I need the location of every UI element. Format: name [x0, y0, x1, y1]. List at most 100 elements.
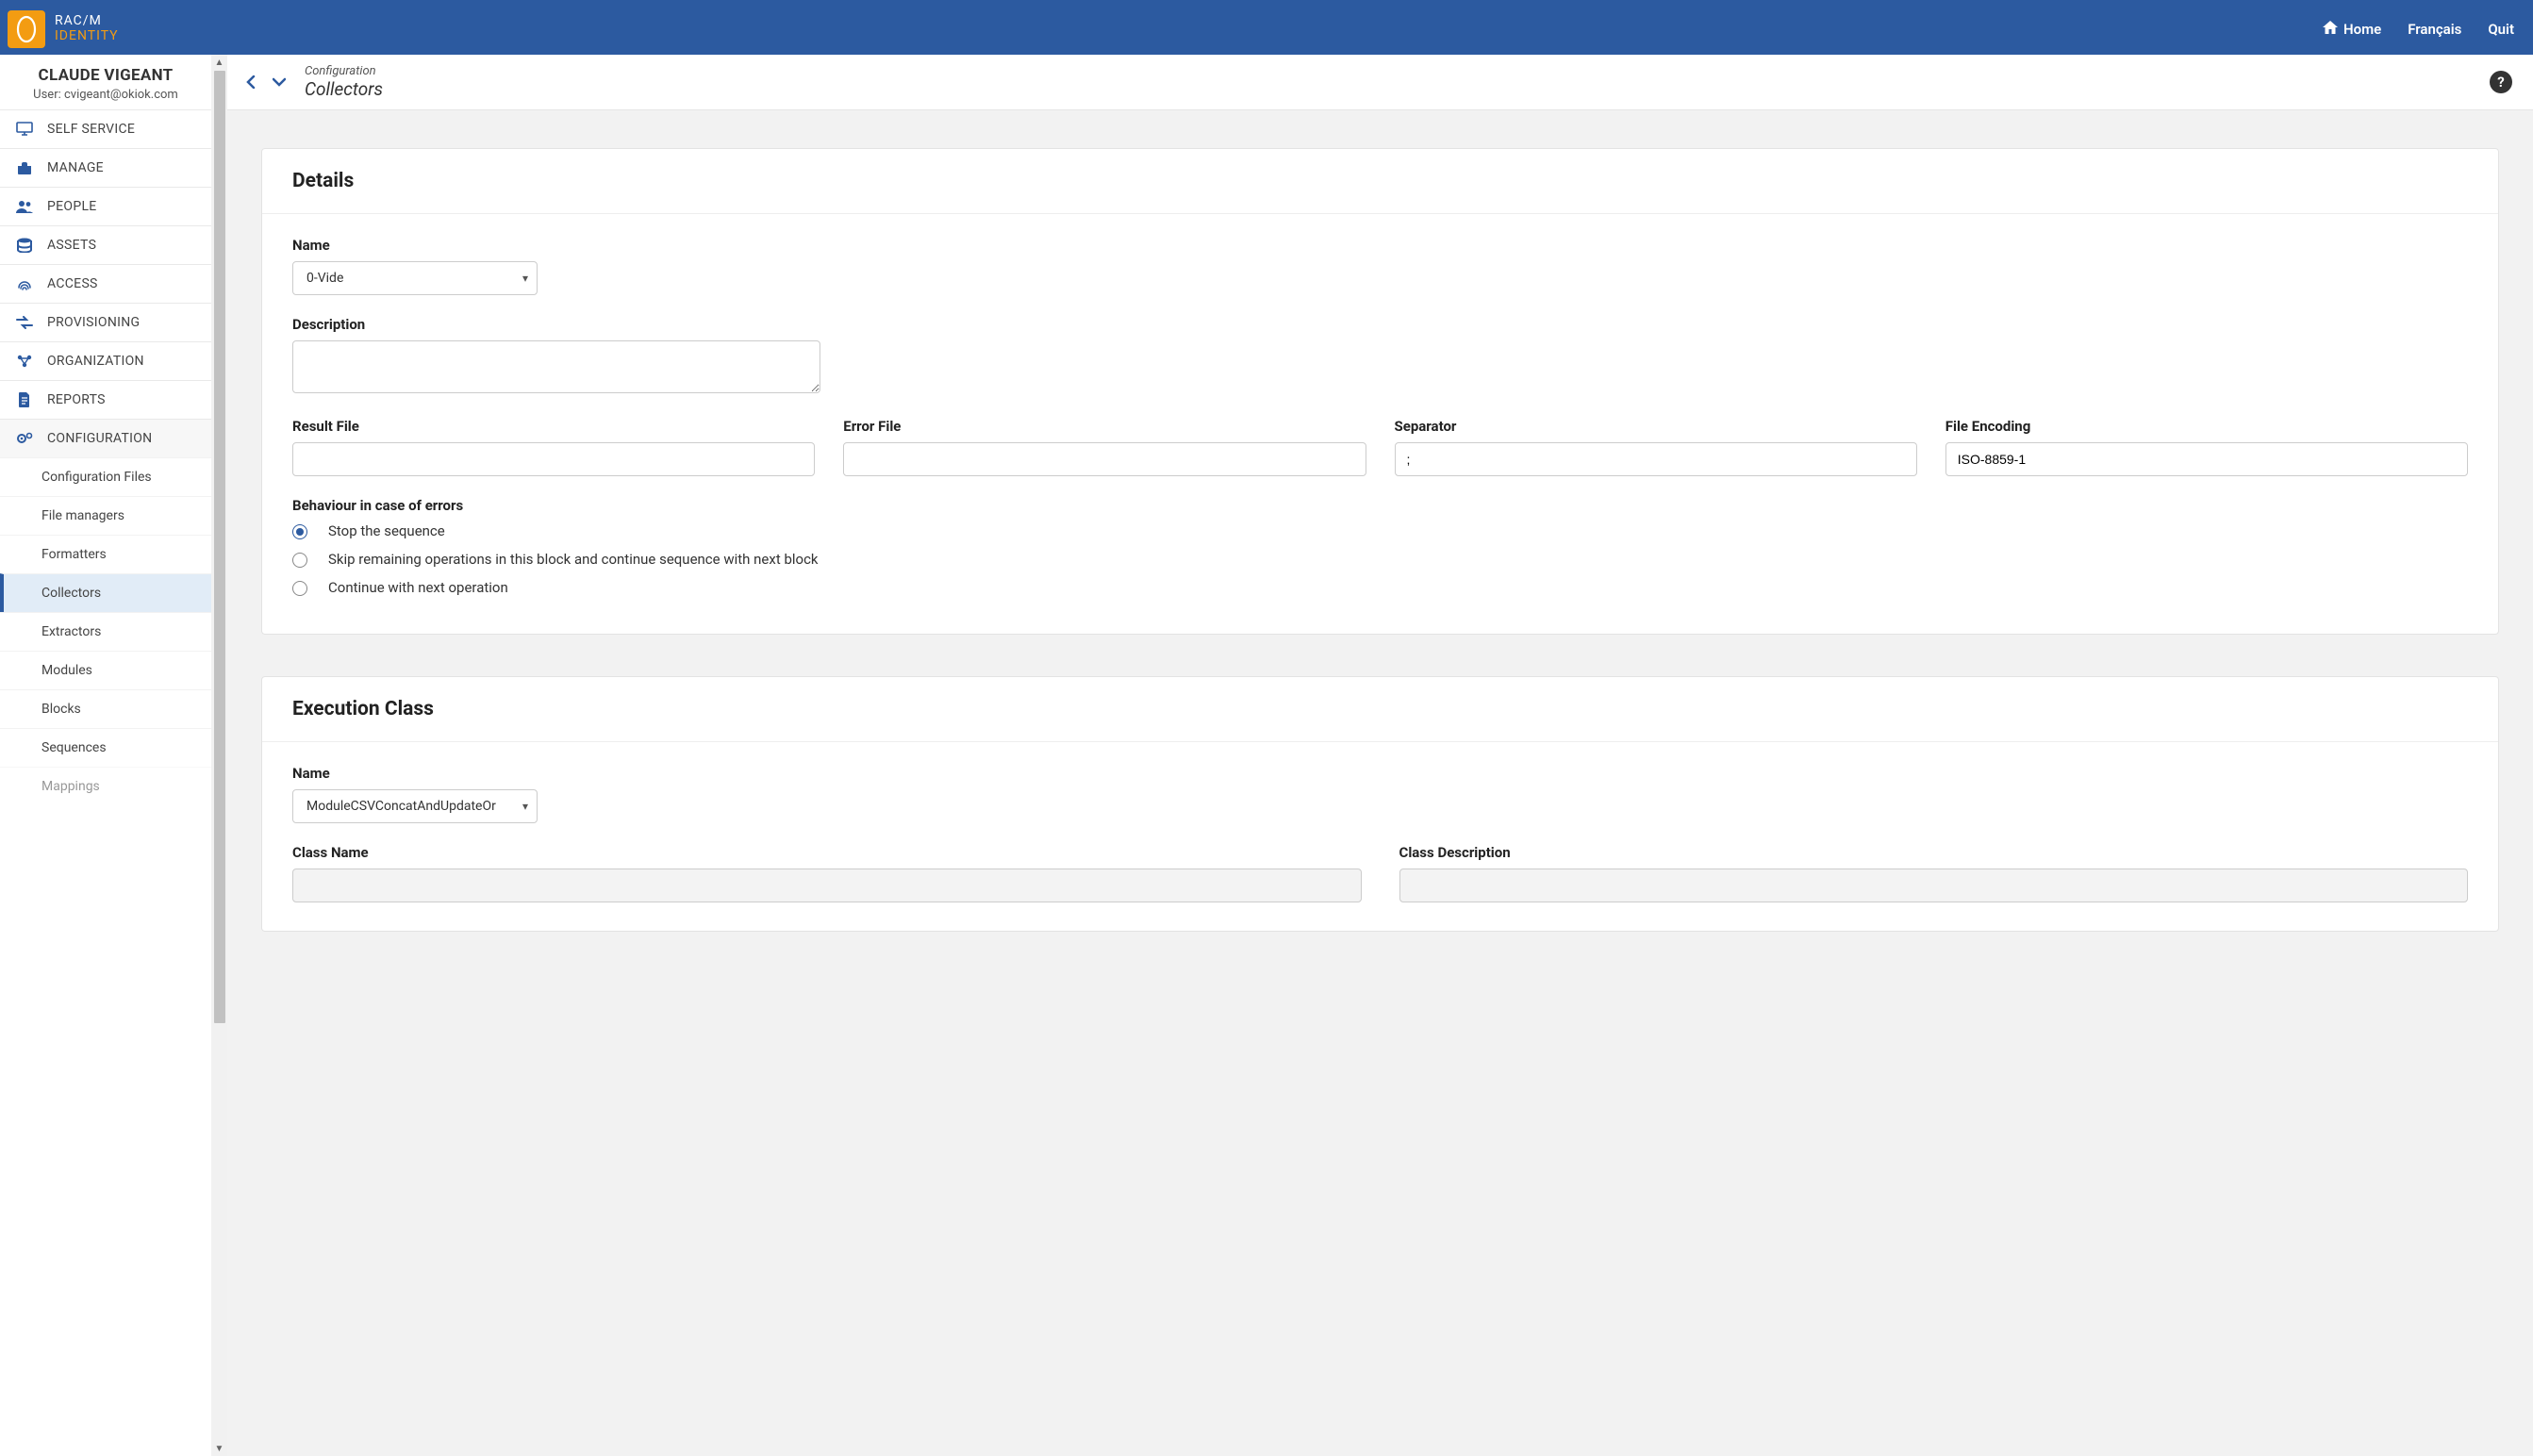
breadcrumb-current: Collectors: [305, 78, 383, 100]
label-class-name: Class Name: [292, 844, 1362, 861]
fingerprint-icon: [15, 276, 34, 291]
sidebar-item-people[interactable]: PEOPLE: [0, 187, 211, 225]
sidebar-item-organization[interactable]: ORGANIZATION: [0, 341, 211, 380]
sidebar-item-label: ACCESS: [47, 276, 98, 291]
sub-item-label: Modules: [41, 663, 92, 678]
sub-item-label: Extractors: [41, 624, 101, 639]
breadcrumb-bar: Configuration Collectors ?: [227, 55, 2533, 110]
sub-item-config-files[interactable]: Configuration Files: [0, 457, 211, 496]
content-scroll[interactable]: Details Name 0-Vide ▾ Description: [227, 110, 2533, 1456]
description-textarea[interactable]: [292, 340, 820, 393]
label-behaviour: Behaviour in case of errors: [292, 497, 2468, 514]
error-file-input[interactable]: [843, 442, 1366, 476]
execution-class-card: Execution Class Name ModuleCSVConcatAndU…: [261, 676, 2499, 932]
label-class-description: Class Description: [1399, 844, 2469, 861]
monitor-icon: [15, 122, 34, 137]
separator-input[interactable]: [1395, 442, 1917, 476]
nav-dropdown-button[interactable]: [269, 72, 290, 92]
sub-item-sequences[interactable]: Sequences: [0, 728, 211, 767]
radio-stop-sequence[interactable]: [292, 524, 307, 539]
sub-item-extractors[interactable]: Extractors: [0, 612, 211, 651]
sidebar-item-provisioning[interactable]: PROVISIONING: [0, 303, 211, 341]
brand-area: RAC/M IDENTITY: [0, 10, 119, 48]
sub-item-modules[interactable]: Modules: [0, 651, 211, 689]
sidebar-item-label: PROVISIONING: [47, 315, 140, 330]
radio-continue-next[interactable]: [292, 581, 307, 596]
help-icon: ?: [2497, 74, 2504, 91]
brand-line2: IDENTITY: [55, 29, 119, 43]
sidebar-item-label: ASSETS: [47, 238, 96, 253]
sidebar-item-assets[interactable]: ASSETS: [0, 225, 211, 264]
sidebar-item-label: PEOPLE: [47, 199, 97, 214]
sidebar-item-self-service[interactable]: SELF SERVICE: [0, 109, 211, 148]
nav-language[interactable]: Français: [2408, 21, 2461, 38]
sub-item-mappings[interactable]: Mappings: [0, 767, 211, 805]
label-exec-name: Name: [292, 765, 2468, 782]
nav-language-label: Français: [2408, 21, 2461, 38]
nav-home[interactable]: Home: [2323, 21, 2381, 38]
sub-item-formatters[interactable]: Formatters: [0, 535, 211, 573]
radio-label: Stop the sequence: [328, 521, 445, 542]
sidebar-item-label: CONFIGURATION: [47, 431, 152, 446]
header-nav: Home Français Quit: [2323, 21, 2514, 38]
brand-text: RAC/M IDENTITY: [55, 14, 119, 43]
file-encoding-input[interactable]: [1945, 442, 2468, 476]
details-card: Details Name 0-Vide ▾ Description: [261, 148, 2499, 635]
sidebar-scrollbar[interactable]: ▲ ▼: [211, 55, 227, 1456]
sub-item-label: Blocks: [41, 702, 81, 717]
sub-item-file-managers[interactable]: File managers: [0, 496, 211, 535]
nav-quit-label: Quit: [2488, 21, 2514, 38]
user-display-name: CLAUDE VIGEANT: [8, 66, 204, 85]
class-name-input: [292, 869, 1362, 902]
sub-item-label: Mappings: [41, 779, 100, 794]
class-description-input: [1399, 869, 2469, 902]
label-file-encoding: File Encoding: [1945, 418, 2468, 435]
sub-item-label: Configuration Files: [41, 470, 152, 485]
breadcrumb-parent: Configuration: [305, 64, 383, 78]
sub-item-label: Collectors: [41, 586, 101, 601]
brand-logo: [8, 10, 45, 48]
document-icon: [15, 392, 34, 407]
radio-label: Skip remaining operations in this block …: [328, 550, 819, 571]
name-select-value: 0-Vide: [306, 271, 343, 286]
sub-item-label: File managers: [41, 508, 124, 523]
sidebar-item-label: REPORTS: [47, 392, 106, 407]
database-icon: [15, 238, 34, 253]
radio-label: Continue with next operation: [328, 578, 508, 599]
label-result-file: Result File: [292, 418, 815, 435]
scroll-thumb[interactable]: [214, 71, 225, 1023]
configuration-submenu: Configuration Files File managers Format…: [0, 457, 211, 805]
sub-item-blocks[interactable]: Blocks: [0, 689, 211, 728]
sidebar-item-label: SELF SERVICE: [47, 122, 135, 137]
nav-quit[interactable]: Quit: [2488, 21, 2514, 38]
radio-skip-block[interactable]: [292, 553, 307, 568]
name-select[interactable]: 0-Vide: [292, 261, 538, 295]
label-name: Name: [292, 237, 2468, 254]
sub-item-collectors[interactable]: Collectors: [0, 573, 211, 612]
details-title: Details: [292, 170, 2468, 192]
app-header: RAC/M IDENTITY Home Français Quit: [0, 3, 2533, 55]
nav-back-button[interactable]: [240, 72, 261, 92]
sidebar-item-configuration[interactable]: CONFIGURATION: [0, 419, 211, 457]
main-area: Configuration Collectors ? Details Name …: [227, 55, 2533, 1456]
sidebar-item-manage[interactable]: MANAGE: [0, 148, 211, 187]
sidebar-item-access[interactable]: ACCESS: [0, 264, 211, 303]
label-error-file: Error File: [843, 418, 1366, 435]
scroll-down-icon[interactable]: ▼: [211, 1441, 227, 1456]
sidebar: CLAUDE VIGEANT User: cvigeant@okiok.com …: [0, 55, 227, 1456]
toolbox-icon: [15, 160, 34, 175]
home-icon: [2323, 21, 2338, 38]
user-block: CLAUDE VIGEANT User: cvigeant@okiok.com: [0, 55, 211, 109]
exec-name-select-value: ModuleCSVConcatAndUpdateOr: [306, 799, 496, 814]
people-icon: [15, 200, 34, 213]
exec-name-select[interactable]: ModuleCSVConcatAndUpdateOr: [292, 789, 538, 823]
nav-home-label: Home: [2343, 21, 2381, 38]
sub-item-label: Sequences: [41, 740, 107, 755]
sidebar-item-reports[interactable]: REPORTS: [0, 380, 211, 419]
brand-line1: RAC/M: [55, 14, 119, 28]
scroll-up-icon[interactable]: ▲: [211, 55, 227, 70]
result-file-input[interactable]: [292, 442, 815, 476]
sidebar-item-label: MANAGE: [47, 160, 104, 175]
sidebar-item-label: ORGANIZATION: [47, 354, 144, 369]
help-button[interactable]: ?: [2490, 71, 2512, 93]
